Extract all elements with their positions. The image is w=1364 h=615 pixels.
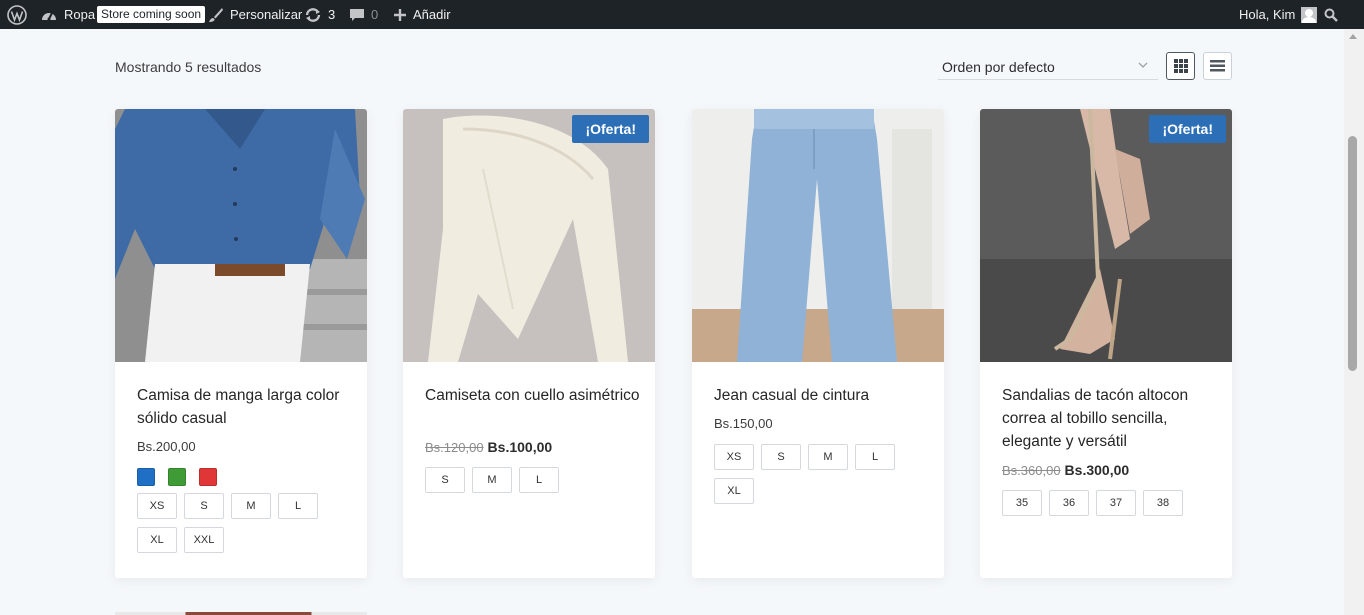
orderby-selected-value: Orden por defecto [942,58,1055,75]
size-options: 35 36 37 38 [1002,490,1217,516]
size-option-m[interactable]: M [231,493,271,519]
my-account-menu[interactable]: Hola, Kim [1239,0,1318,29]
list-icon [1210,60,1225,72]
page-scrollbar[interactable] [1344,29,1364,615]
comment-bubble-icon [350,8,364,21]
product-title[interactable]: Jean casual de cintura [714,384,929,407]
size-options: S M L [425,467,640,493]
product-card[interactable]: Camisa de manga larga color sólido casua… [115,109,367,578]
size-option-36[interactable]: 36 [1049,490,1089,516]
size-option-l[interactable]: L [278,493,318,519]
size-option-m[interactable]: M [472,467,512,493]
product-price: Bs.150,00 [714,416,773,431]
updates-button[interactable]: 3 [304,0,335,29]
product-title[interactable]: Sandalias de tacón altocon correa al tob… [1002,384,1217,453]
size-option-l[interactable]: L [519,467,559,493]
regular-price: Bs.120,00 [425,440,484,455]
color-swatches [137,468,217,486]
product-price: Bs.200,00 [137,439,196,454]
comments-count: 0 [371,7,379,22]
avatar [1301,6,1318,23]
greeting-label: Hola, Kim [1239,7,1296,22]
product-card[interactable]: ¡Oferta! Camiseta con cuello asimétrico … [403,109,655,578]
comments-button[interactable]: 0 [349,0,378,29]
customize-button[interactable]: Personalizar [208,0,302,29]
product-image-asymmetric-top[interactable]: ¡Oferta! [403,109,655,362]
size-option-xxl[interactable]: XXL [184,527,224,553]
size-option-l[interactable]: L [855,444,895,470]
product-price: Bs.120,00 Bs.100,00 [425,439,552,455]
scrollbar-thumb[interactable] [1348,136,1357,371]
updates-count: 3 [328,7,336,22]
size-option-s[interactable]: S [761,444,801,470]
size-option-37[interactable]: 37 [1096,490,1136,516]
sale-badge: ¡Oferta! [572,115,649,143]
size-option-xs[interactable]: XS [137,493,177,519]
chevron-down-icon [1138,62,1148,68]
sale-badge: ¡Oferta! [1149,115,1226,143]
list-view-button[interactable] [1203,52,1232,80]
dashboard-gauge-icon [42,12,56,20]
size-options: XS S M L XL XXL [137,493,352,553]
wordpress-logo-icon[interactable] [7,0,27,29]
color-swatch-blue[interactable] [137,468,155,486]
size-option-m[interactable]: M [808,444,848,470]
plus-icon [394,8,406,21]
product-card[interactable]: ¡Oferta! Sandalias de tacón altocon corr… [980,109,1232,578]
size-option-xl[interactable]: XL [137,527,177,553]
admin-search-button[interactable] [1324,0,1338,29]
sale-price: Bs.100,00 [487,439,553,455]
site-name-menu[interactable]: Ropa [40,0,95,29]
size-option-s[interactable]: S [425,467,465,493]
product-image-heeled-sandals[interactable]: ¡Oferta! [980,109,1232,362]
size-option-xs[interactable]: XS [714,444,754,470]
product-card[interactable]: Jean casual de cintura Bs.150,00 XS S M … [692,109,944,578]
brush-icon [209,7,223,22]
add-new-button[interactable]: Añadir [393,0,451,29]
color-swatch-green[interactable] [168,468,186,486]
product-title[interactable]: Camiseta con cuello asimétrico [425,384,640,407]
size-options: XS S M L XL [714,444,929,504]
grid-icon [1173,59,1188,73]
size-option-35[interactable]: 35 [1002,490,1042,516]
result-count: Mostrando 5 resultados [115,59,262,75]
store-coming-soon-label: Store coming soon [97,6,206,23]
regular-price: Bs.360,00 [1002,463,1061,478]
size-option-xl[interactable]: XL [714,478,754,504]
add-new-label: Añadir [413,7,451,22]
size-option-s[interactable]: S [184,493,224,519]
scroll-up-arrow-icon[interactable] [1349,34,1357,39]
customize-label: Personalizar [230,7,303,22]
product-title[interactable]: Camisa de manga larga color sólido casua… [137,384,352,430]
updates-icon [305,7,321,22]
grid-view-button[interactable] [1166,52,1195,80]
product-price: Bs.360,00 Bs.300,00 [1002,462,1129,478]
store-status-badge[interactable]: Store coming soon [97,0,206,29]
product-image-blue-shirt[interactable] [115,109,367,362]
sale-price: Bs.300,00 [1064,462,1130,478]
size-option-38[interactable]: 38 [1143,490,1183,516]
admin-bar: Ropa Store coming soon Personalizar 3 0 … [0,0,1364,29]
search-icon [1324,8,1338,22]
color-swatch-red[interactable] [199,468,217,486]
product-image-jeans[interactable] [692,109,944,362]
orderby-select[interactable]: Orden por defecto [938,54,1158,80]
site-name: Ropa [64,7,96,22]
